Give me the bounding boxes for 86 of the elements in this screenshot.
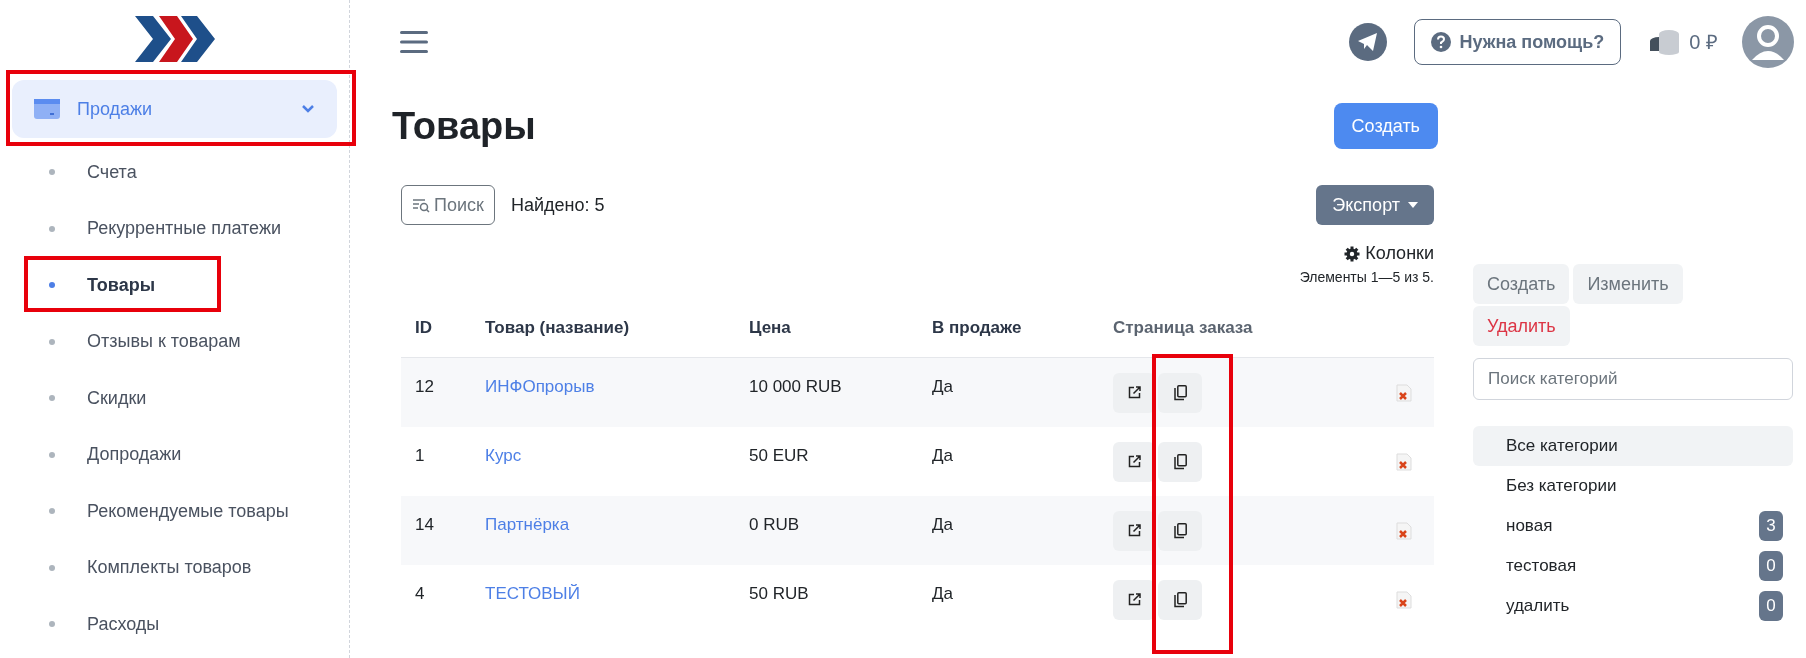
category-label: тестовая: [1506, 555, 1578, 578]
table-cell-text: Да: [931, 583, 954, 605]
sidebar-item[interactable]: Рекомендуемые товары: [87, 497, 289, 525]
caret-icon: [1408, 202, 1418, 208]
table-cell-text: Да: [931, 514, 954, 536]
menu-group-label: Продажи: [77, 97, 154, 121]
delete-file-icon[interactable]: [1396, 590, 1412, 609]
table-cell-text: 14: [414, 514, 435, 536]
table-cell-text: 10 000 RUB: [748, 376, 843, 398]
external-link-icon: [1127, 593, 1141, 606]
sidebar-item[interactable]: Допродажи: [87, 441, 182, 469]
external-link-icon: [1127, 524, 1141, 537]
category-label: Все категории: [1506, 435, 1619, 458]
category-item[interactable]: удалить 0: [1473, 586, 1793, 626]
sidebar-item[interactable]: Рекуррентные платежи: [87, 215, 282, 243]
pagination-summary: Элементы 1—5 из 5.: [1299, 268, 1434, 287]
category-action-button[interactable]: Удалить: [1473, 306, 1570, 346]
open-link-button[interactable]: [1113, 372, 1155, 413]
coins-icon: [1649, 29, 1682, 55]
product-link[interactable]: Курс: [485, 446, 522, 465]
sidebar-item[interactable]: Отзывы к товарам: [87, 328, 241, 356]
column-header: Страница заказа: [1112, 316, 1254, 339]
table-cell-text: 4: [414, 583, 426, 605]
sidebar-item[interactable]: Скидки: [87, 384, 147, 412]
count-badge: 0: [1759, 591, 1783, 621]
table-cell-text: Да: [931, 376, 954, 398]
category-search-field[interactable]: Поиск категорий: [1473, 358, 1793, 400]
external-link-icon: [1127, 455, 1141, 468]
search-button[interactable]: Поиск: [401, 185, 495, 225]
category-action-button[interactable]: Создать: [1473, 264, 1570, 304]
category-item[interactable]: Все категории: [1473, 426, 1793, 466]
table-cell-text: Да: [931, 445, 954, 467]
column-header: Товар (название): [484, 316, 631, 339]
menu-icon[interactable]: [400, 31, 428, 53]
category-item[interactable]: тестовая 0: [1473, 546, 1793, 586]
paper-plane-icon[interactable]: [1349, 23, 1388, 61]
page-title: Товары: [392, 103, 536, 149]
found-count: Найдено: 5: [510, 193, 605, 217]
search-icon: [412, 197, 430, 213]
logo-icon: [134, 16, 215, 62]
table-cell-text: 1: [414, 445, 426, 467]
category-label: Без категории: [1506, 475, 1618, 498]
count-badge: 0: [1759, 551, 1783, 581]
card-icon: [34, 99, 60, 119]
help-button[interactable]: Нужна помощь?: [1414, 19, 1622, 65]
sidebar-item[interactable]: Счета: [87, 158, 137, 186]
gear-icon: [1344, 245, 1361, 262]
column-header: Цена: [748, 316, 792, 339]
category-label: новая: [1506, 515, 1554, 538]
delete-file-icon[interactable]: [1396, 452, 1412, 471]
table-cell-text: 12: [414, 376, 435, 398]
table-cell-text: 50 RUB: [748, 583, 810, 605]
product-link[interactable]: Партнёрка: [485, 515, 570, 534]
sidebar-item[interactable]: Товары: [87, 271, 156, 299]
copy-icon: [1173, 384, 1187, 401]
product-link[interactable]: ИНФОпрорыв: [485, 377, 595, 396]
table-cell-text: 0 RUB: [748, 514, 801, 536]
copy-button[interactable]: [1158, 510, 1202, 551]
open-link-button[interactable]: [1113, 579, 1155, 620]
count-badge: 3: [1759, 511, 1783, 541]
table-cell-text: 50 EUR: [748, 445, 810, 467]
delete-file-icon[interactable]: [1396, 521, 1412, 540]
help-icon: [1431, 32, 1452, 52]
column-header: ID: [414, 316, 433, 339]
avatar-icon[interactable]: [1742, 16, 1794, 68]
open-link-button[interactable]: [1113, 510, 1155, 551]
copy-icon: [1173, 591, 1187, 608]
sidebar-item[interactable]: Комплекты товаров: [87, 554, 252, 582]
copy-button[interactable]: [1158, 441, 1202, 482]
copy-button[interactable]: [1158, 372, 1202, 413]
copy-icon: [1173, 522, 1187, 539]
category-action-button[interactable]: Изменить: [1573, 264, 1683, 304]
balance-amount: 0 ₽: [1689, 30, 1718, 55]
columns-link[interactable]: Колонки: [1344, 240, 1434, 267]
external-link-icon: [1127, 386, 1141, 399]
category-label: удалить: [1506, 595, 1571, 618]
column-header: В продаже: [931, 316, 1023, 339]
export-button[interactable]: Экспорт: [1316, 185, 1434, 225]
category-item[interactable]: новая 3: [1473, 506, 1793, 546]
delete-file-icon[interactable]: [1396, 383, 1412, 402]
sidebar-item[interactable]: Расходы: [87, 610, 160, 638]
copy-button[interactable]: [1158, 579, 1202, 620]
copy-icon: [1173, 453, 1187, 470]
category-item[interactable]: Без категории: [1473, 466, 1793, 506]
open-link-button[interactable]: [1113, 441, 1155, 482]
product-link[interactable]: ТЕСТОВЫЙ: [485, 584, 580, 603]
